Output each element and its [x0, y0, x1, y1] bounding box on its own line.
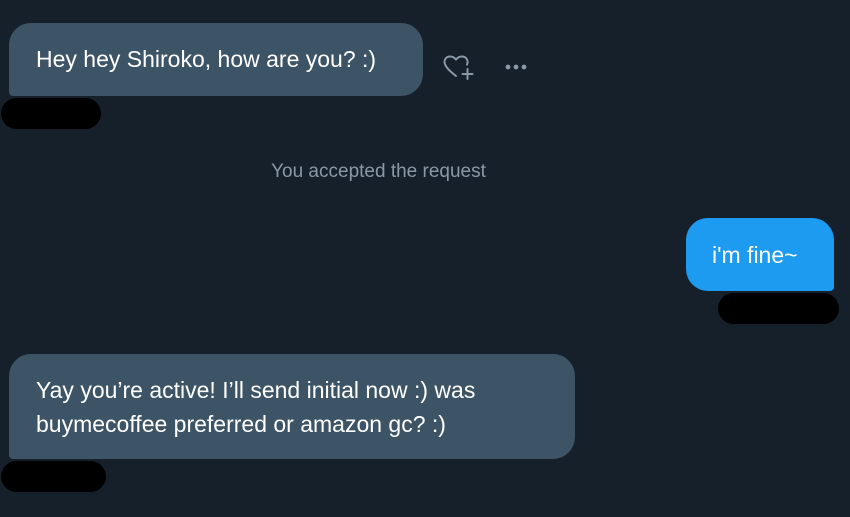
more-options-button[interactable]	[500, 54, 534, 80]
more-horizontal-icon	[505, 64, 527, 70]
redaction-mark	[718, 293, 839, 324]
message-text: i'm fine~	[712, 242, 798, 268]
redaction-mark	[1, 98, 101, 129]
add-reaction-button[interactable]	[440, 51, 476, 83]
system-note: You accepted the request	[271, 161, 486, 182]
received-message-bubble[interactable]: Hey hey Shiroko, how are you? :)	[9, 23, 423, 96]
message-text: Yay you’re active! I’ll send initial now…	[36, 377, 476, 437]
heart-plus-icon	[443, 55, 474, 80]
redaction-mark	[1, 461, 106, 492]
message-text: Hey hey Shiroko, how are you? :)	[36, 46, 377, 72]
sent-message-bubble[interactable]: i'm fine~	[686, 218, 834, 291]
received-message-bubble[interactable]: Yay you’re active! I’ll send initial now…	[9, 354, 575, 459]
